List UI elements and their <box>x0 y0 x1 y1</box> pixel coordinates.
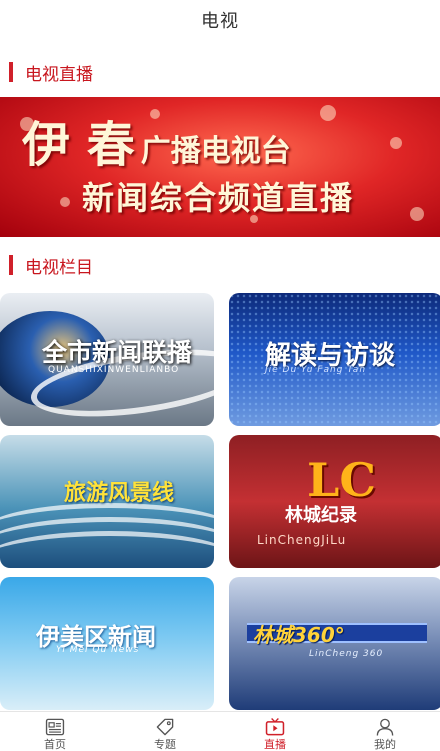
section-title-live: 电视直播 <box>25 64 93 85</box>
section-title-programs: 电视栏目 <box>25 257 93 278</box>
person-icon <box>376 718 394 736</box>
program-tile-interview[interactable]: 解读与访谈 Jie Du Yu Fang Tan <box>229 293 440 426</box>
program-tile-documentary[interactable]: LC 林城纪录 LinChengJiLu <box>229 435 440 568</box>
program-tile-travel[interactable]: 旅游风景线 <box>0 435 214 568</box>
news-icon <box>45 718 65 736</box>
section-header-programs: 电视栏目 <box>0 250 440 280</box>
tv-icon <box>265 718 285 736</box>
banner-station-name: 伊 春广播电视台 <box>22 105 291 175</box>
program-title: 林城360° <box>253 623 345 647</box>
wave-graphic <box>0 531 214 568</box>
tab-label: 直播 <box>264 738 286 751</box>
program-subtitle: Jie Du Yu Fang Tan <box>265 365 367 375</box>
banner-station-small: 广播电视台 <box>140 134 291 169</box>
banner-station-big: 伊 春 <box>22 117 135 173</box>
program-subtitle: LinChengJiLu <box>257 533 347 547</box>
program-title: 林城纪录 <box>285 505 357 526</box>
tab-live[interactable]: 直播 <box>220 712 330 751</box>
program-logo: LC <box>307 453 376 507</box>
program-tile-lincheng-360[interactable]: 林城360° LinCheng 360 <box>229 577 440 710</box>
tab-label: 专题 <box>154 738 176 751</box>
section-marker <box>9 62 13 82</box>
live-stream-banner[interactable]: 伊 春广播电视台 新闻综合频道直播 <box>0 97 440 237</box>
tab-topics[interactable]: 专题 <box>110 712 220 751</box>
program-title: 旅游风景线 <box>64 481 175 506</box>
program-subtitle: LinCheng 360 <box>309 649 384 659</box>
tab-label: 我的 <box>374 738 396 751</box>
program-subtitle: QUANSHIXINWENLIANBO <box>48 365 180 375</box>
program-tile-yimei-news[interactable]: 伊美区新闻 Yi Mei Qu News <box>0 577 214 710</box>
program-subtitle: Yi Mei Qu News <box>56 645 140 655</box>
banner-channel-name: 新闻综合频道直播 <box>82 179 355 217</box>
top-bar: 电视 <box>0 0 440 44</box>
page-title: 电视 <box>201 11 239 32</box>
tab-mine[interactable]: 我的 <box>330 712 440 751</box>
tab-label: 首页 <box>44 738 66 751</box>
program-title: 全市新闻联播 <box>42 338 193 367</box>
bottom-tab-bar: 首页 专题 直播 我的 <box>0 711 440 751</box>
program-tile-city-news[interactable]: 全市新闻联播 QUANSHIXINWENLIANBO <box>0 293 214 426</box>
section-header-live: 电视直播 <box>0 57 440 87</box>
tag-icon <box>156 718 174 736</box>
tab-home[interactable]: 首页 <box>0 712 110 751</box>
section-marker <box>9 255 13 275</box>
